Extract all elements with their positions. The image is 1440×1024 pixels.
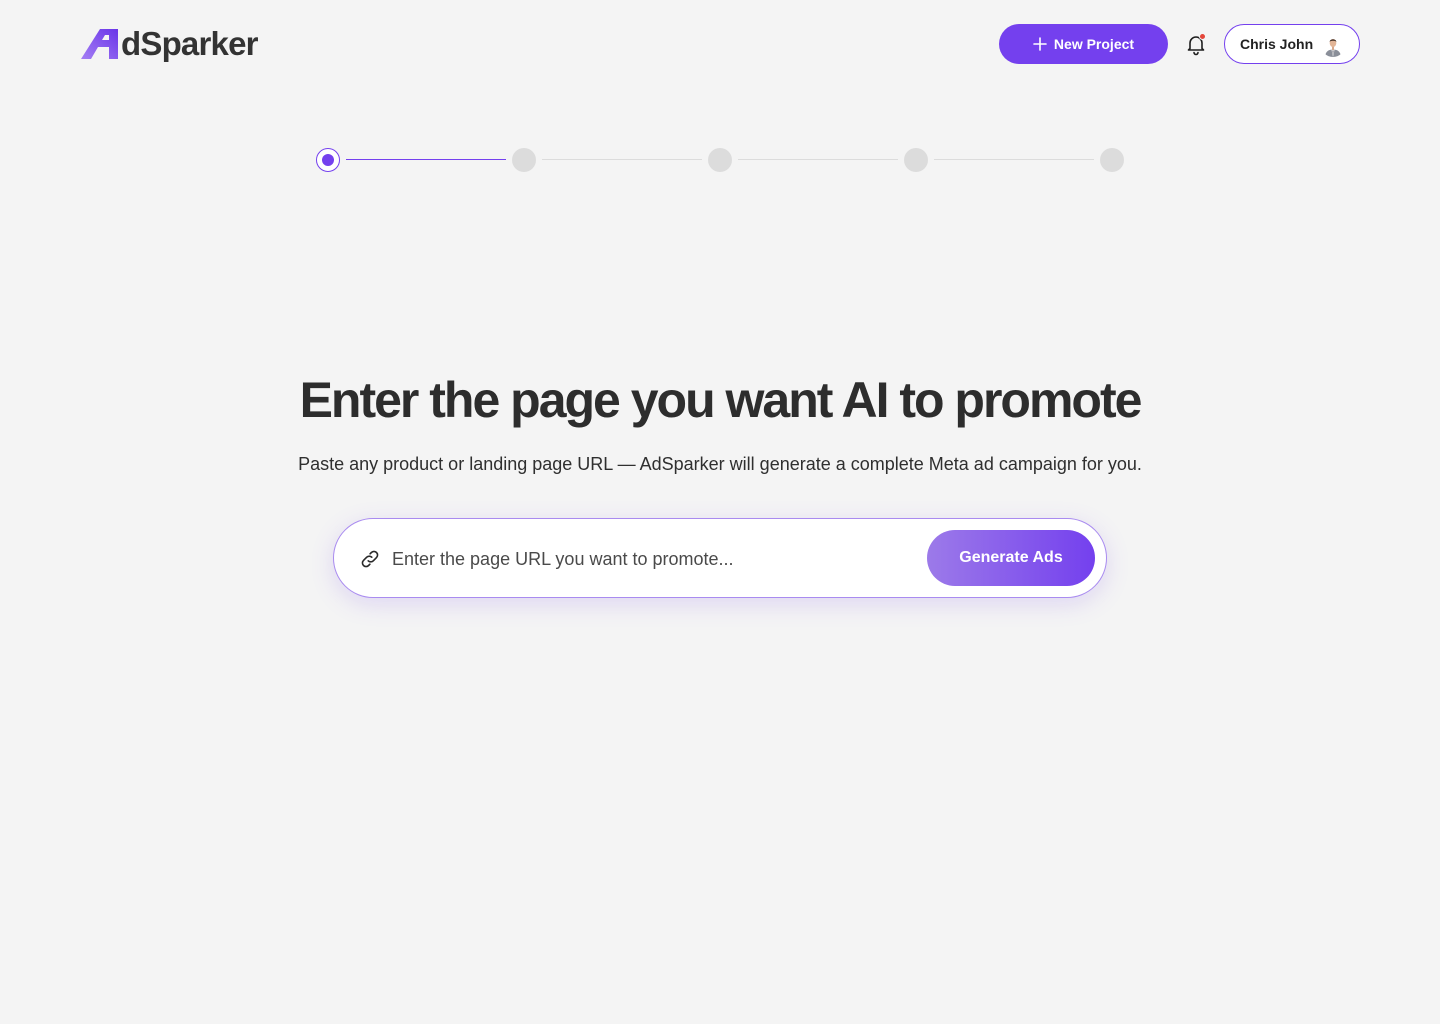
new-project-button[interactable]: New Project: [999, 24, 1168, 64]
plus-icon: [1033, 37, 1047, 51]
url-input[interactable]: [392, 539, 912, 579]
user-name: Chris John: [1240, 36, 1314, 52]
step-1-indicator: [316, 148, 340, 172]
user-avatar: [1321, 33, 1345, 57]
step-connector-1: [346, 159, 506, 160]
link-icon: [361, 550, 379, 568]
logo-text: dSparker: [121, 25, 258, 62]
notification-badge: [1199, 33, 1206, 40]
user-menu[interactable]: Chris John: [1224, 24, 1360, 64]
notifications-button[interactable]: [1184, 32, 1208, 56]
step-2-indicator: [512, 148, 536, 172]
logo-mark-icon: [81, 29, 118, 59]
url-form: Generate Ads: [333, 518, 1107, 598]
brand-logo[interactable]: dSparker: [80, 22, 258, 66]
progress-stepper: [0, 146, 1440, 174]
step-1-active-dot: [322, 154, 334, 166]
new-project-label: New Project: [1053, 36, 1135, 52]
page: dSparker New Project Chris John Enter th…: [0, 0, 1440, 1024]
generate-ads-button[interactable]: Generate Ads: [927, 530, 1095, 586]
step-connector-4: [934, 159, 1094, 160]
step-3-indicator: [708, 148, 732, 172]
page-title: Enter the page you want AI to promote: [299, 372, 1143, 428]
top-header: dSparker New Project Chris John: [0, 0, 1440, 88]
step-connector-3: [738, 159, 898, 160]
page-subtitle: Paste any product or landing page URL — …: [298, 454, 1142, 474]
step-4-indicator: [904, 148, 928, 172]
avatar-image: [1321, 33, 1345, 57]
step-connector-2: [542, 159, 702, 160]
step-5-indicator: [1100, 148, 1124, 172]
